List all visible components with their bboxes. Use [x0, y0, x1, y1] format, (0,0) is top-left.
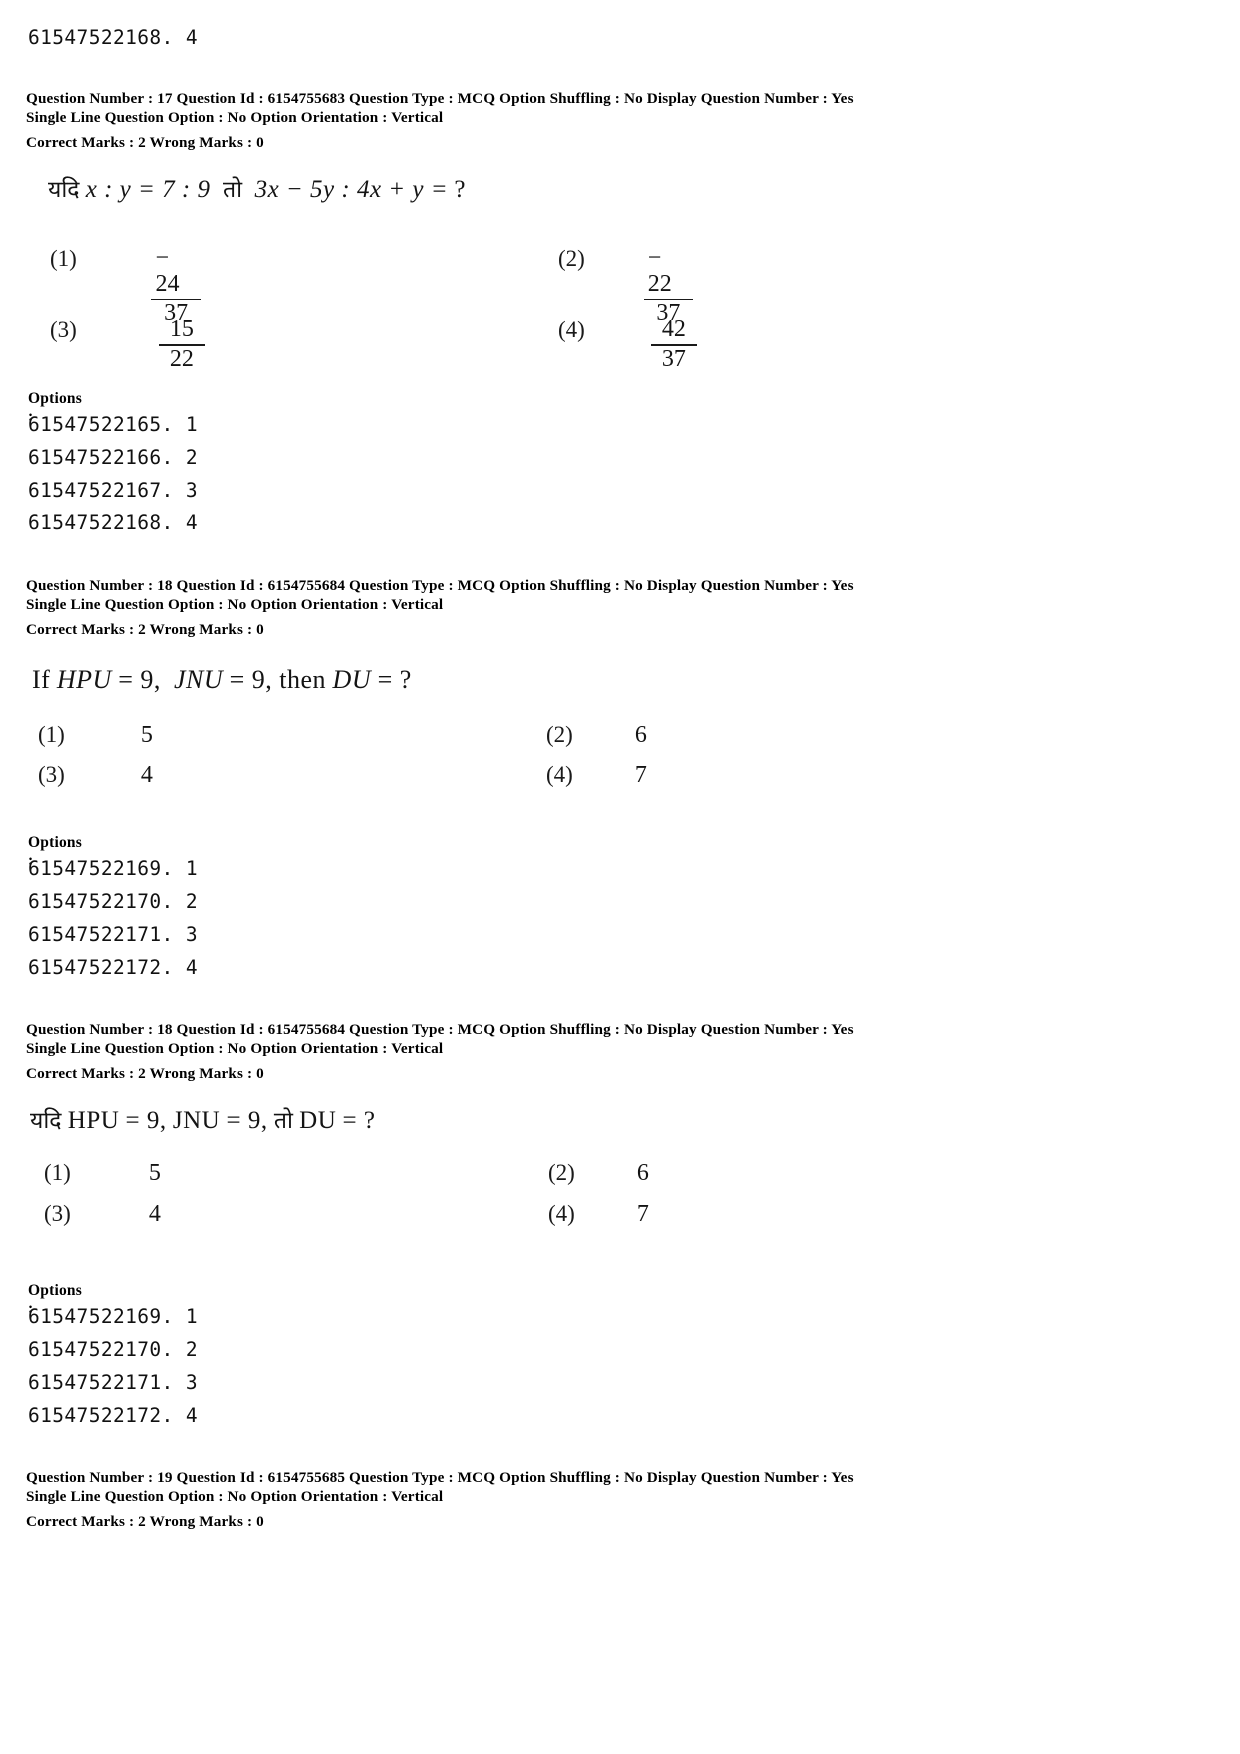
option-label: (3)	[44, 1201, 71, 1226]
option-2[interactable]: (2) 6	[546, 722, 647, 749]
question-meta-line1: Question Number : 19 Question Id : 61547…	[26, 1469, 854, 1486]
question-meta-line2: Single Line Question Option : No Option …	[26, 1488, 444, 1505]
option-label: (1)	[50, 246, 77, 271]
question-marks: Correct Marks : 2 Wrong Marks : 0	[26, 134, 264, 151]
option-value: 7	[634, 762, 647, 788]
fraction-numerator: − 22	[647, 245, 672, 297]
option-id-row: 61547522169. 1	[28, 1305, 198, 1328]
stem-expression-3: DU	[332, 665, 372, 694]
option-id-row: 61547522171. 3	[28, 923, 198, 946]
option-label: (4)	[548, 1201, 575, 1226]
option-id-row: 61547522171. 3	[28, 1371, 198, 1394]
stem-equality-1: = 9,	[125, 1107, 167, 1134]
option-value: 6	[634, 722, 647, 748]
option-id-row: 61547522170. 2	[28, 890, 198, 913]
fraction-numerator: 42	[661, 316, 686, 342]
stem-expression-2: 3x − 5y : 4x + y =	[254, 176, 449, 203]
option-value: 5	[148, 1160, 161, 1186]
question-meta-line2: Single Line Question Option : No Option …	[26, 109, 444, 126]
option-3[interactable]: (3) 15 22	[50, 316, 205, 372]
fraction-numerator: − 24	[155, 245, 180, 297]
question-marks: Correct Marks : 2 Wrong Marks : 0	[26, 1065, 264, 1082]
option-label: (4)	[546, 762, 573, 787]
stem-lead: यदि	[48, 177, 80, 203]
question-meta-line2: Single Line Question Option : No Option …	[26, 596, 444, 613]
option-value: 4	[148, 1201, 161, 1227]
document-page: 61547522168. 4 Question Number : 17 Ques…	[0, 0, 1240, 1754]
option-id-row: 61547522169. 1	[28, 857, 198, 880]
option-id-row: 61547522172. 4	[28, 956, 198, 979]
option-value: 4	[140, 762, 153, 788]
stem-expression-1: x : y = 7 : 9	[85, 176, 211, 203]
option-label: (1)	[38, 722, 65, 747]
fraction-denominator: 22	[169, 345, 194, 372]
fraction-denominator: 37	[661, 345, 686, 372]
option-label: (3)	[50, 317, 77, 342]
option-label: (3)	[38, 762, 65, 787]
question-stem: If HPU = 9, JNU = 9, then DU = ?	[32, 665, 412, 695]
question-meta-line1: Question Number : 18 Question Id : 61547…	[26, 577, 854, 594]
question-meta-line1: Question Number : 18 Question Id : 61547…	[26, 1021, 854, 1038]
option-id-row: 61547522172. 4	[28, 1404, 198, 1427]
question-marks: Correct Marks : 2 Wrong Marks : 0	[26, 621, 264, 638]
stem-connector: तो	[273, 1108, 293, 1134]
option-label: (4)	[558, 317, 585, 342]
question-meta-line1: Question Number : 17 Question Id : 61547…	[26, 90, 854, 107]
option-value: 6	[636, 1160, 649, 1186]
option-value-fraction: 42 37	[650, 316, 697, 372]
option-value: 5	[140, 722, 153, 748]
fraction-numerator: 15	[169, 316, 194, 342]
option-4[interactable]: (4) 7	[548, 1201, 649, 1228]
stem-lead: यदि	[30, 1108, 62, 1134]
option-1[interactable]: (1) 5	[44, 1160, 161, 1187]
option-1[interactable]: (1) 5	[38, 722, 153, 749]
stem-expression-2: JNU	[172, 1107, 221, 1134]
option-3[interactable]: (3) 4	[44, 1201, 161, 1228]
option-value: 7	[636, 1201, 649, 1227]
stem-lead: If	[32, 665, 51, 694]
option-4[interactable]: (4) 7	[546, 762, 647, 789]
stem-equality-3: = ?	[377, 665, 412, 694]
option-id-row: 61547522167. 3	[28, 479, 198, 502]
option-4[interactable]: (4) 42 37	[558, 316, 697, 372]
stem-equality-3: = ?	[342, 1107, 376, 1134]
option-label: (2)	[548, 1160, 575, 1185]
stem-question-mark: ?	[454, 176, 466, 203]
option-value-fraction: 15 22	[158, 316, 205, 372]
question-marks: Correct Marks : 2 Wrong Marks : 0	[26, 1513, 264, 1530]
option-label: (2)	[546, 722, 573, 747]
option-label: (1)	[44, 1160, 71, 1185]
option-3[interactable]: (3) 4	[38, 762, 153, 789]
question-meta-line2: Single Line Question Option : No Option …	[26, 1040, 444, 1057]
question-stem: यदि x : y = 7 : 9 तो 3x − 5y : 4x + y = …	[48, 172, 466, 204]
question-stem: यदि HPU = 9, JNU = 9, तो DU = ?	[30, 1103, 375, 1135]
option-id-row: 61547522166. 2	[28, 446, 198, 469]
stem-equality-2: = 9, then	[229, 665, 327, 694]
option-id-row: 61547522168. 4	[28, 511, 198, 534]
stem-expression-2: JNU	[173, 665, 224, 694]
option-id-row: 61547522168. 4	[28, 26, 198, 49]
stem-equality-1: = 9,	[118, 665, 161, 694]
option-id-row: 61547522165. 1	[28, 413, 198, 436]
stem-expression-1: HPU	[67, 1107, 120, 1134]
stem-equality-2: = 9,	[226, 1107, 268, 1134]
stem-expression-1: HPU	[56, 665, 112, 694]
option-id-row: 61547522170. 2	[28, 1338, 198, 1361]
option-2[interactable]: (2) 6	[548, 1160, 649, 1187]
option-label: (2)	[558, 246, 585, 271]
stem-connector: तो	[222, 177, 243, 203]
stem-expression-3: DU	[299, 1107, 337, 1134]
